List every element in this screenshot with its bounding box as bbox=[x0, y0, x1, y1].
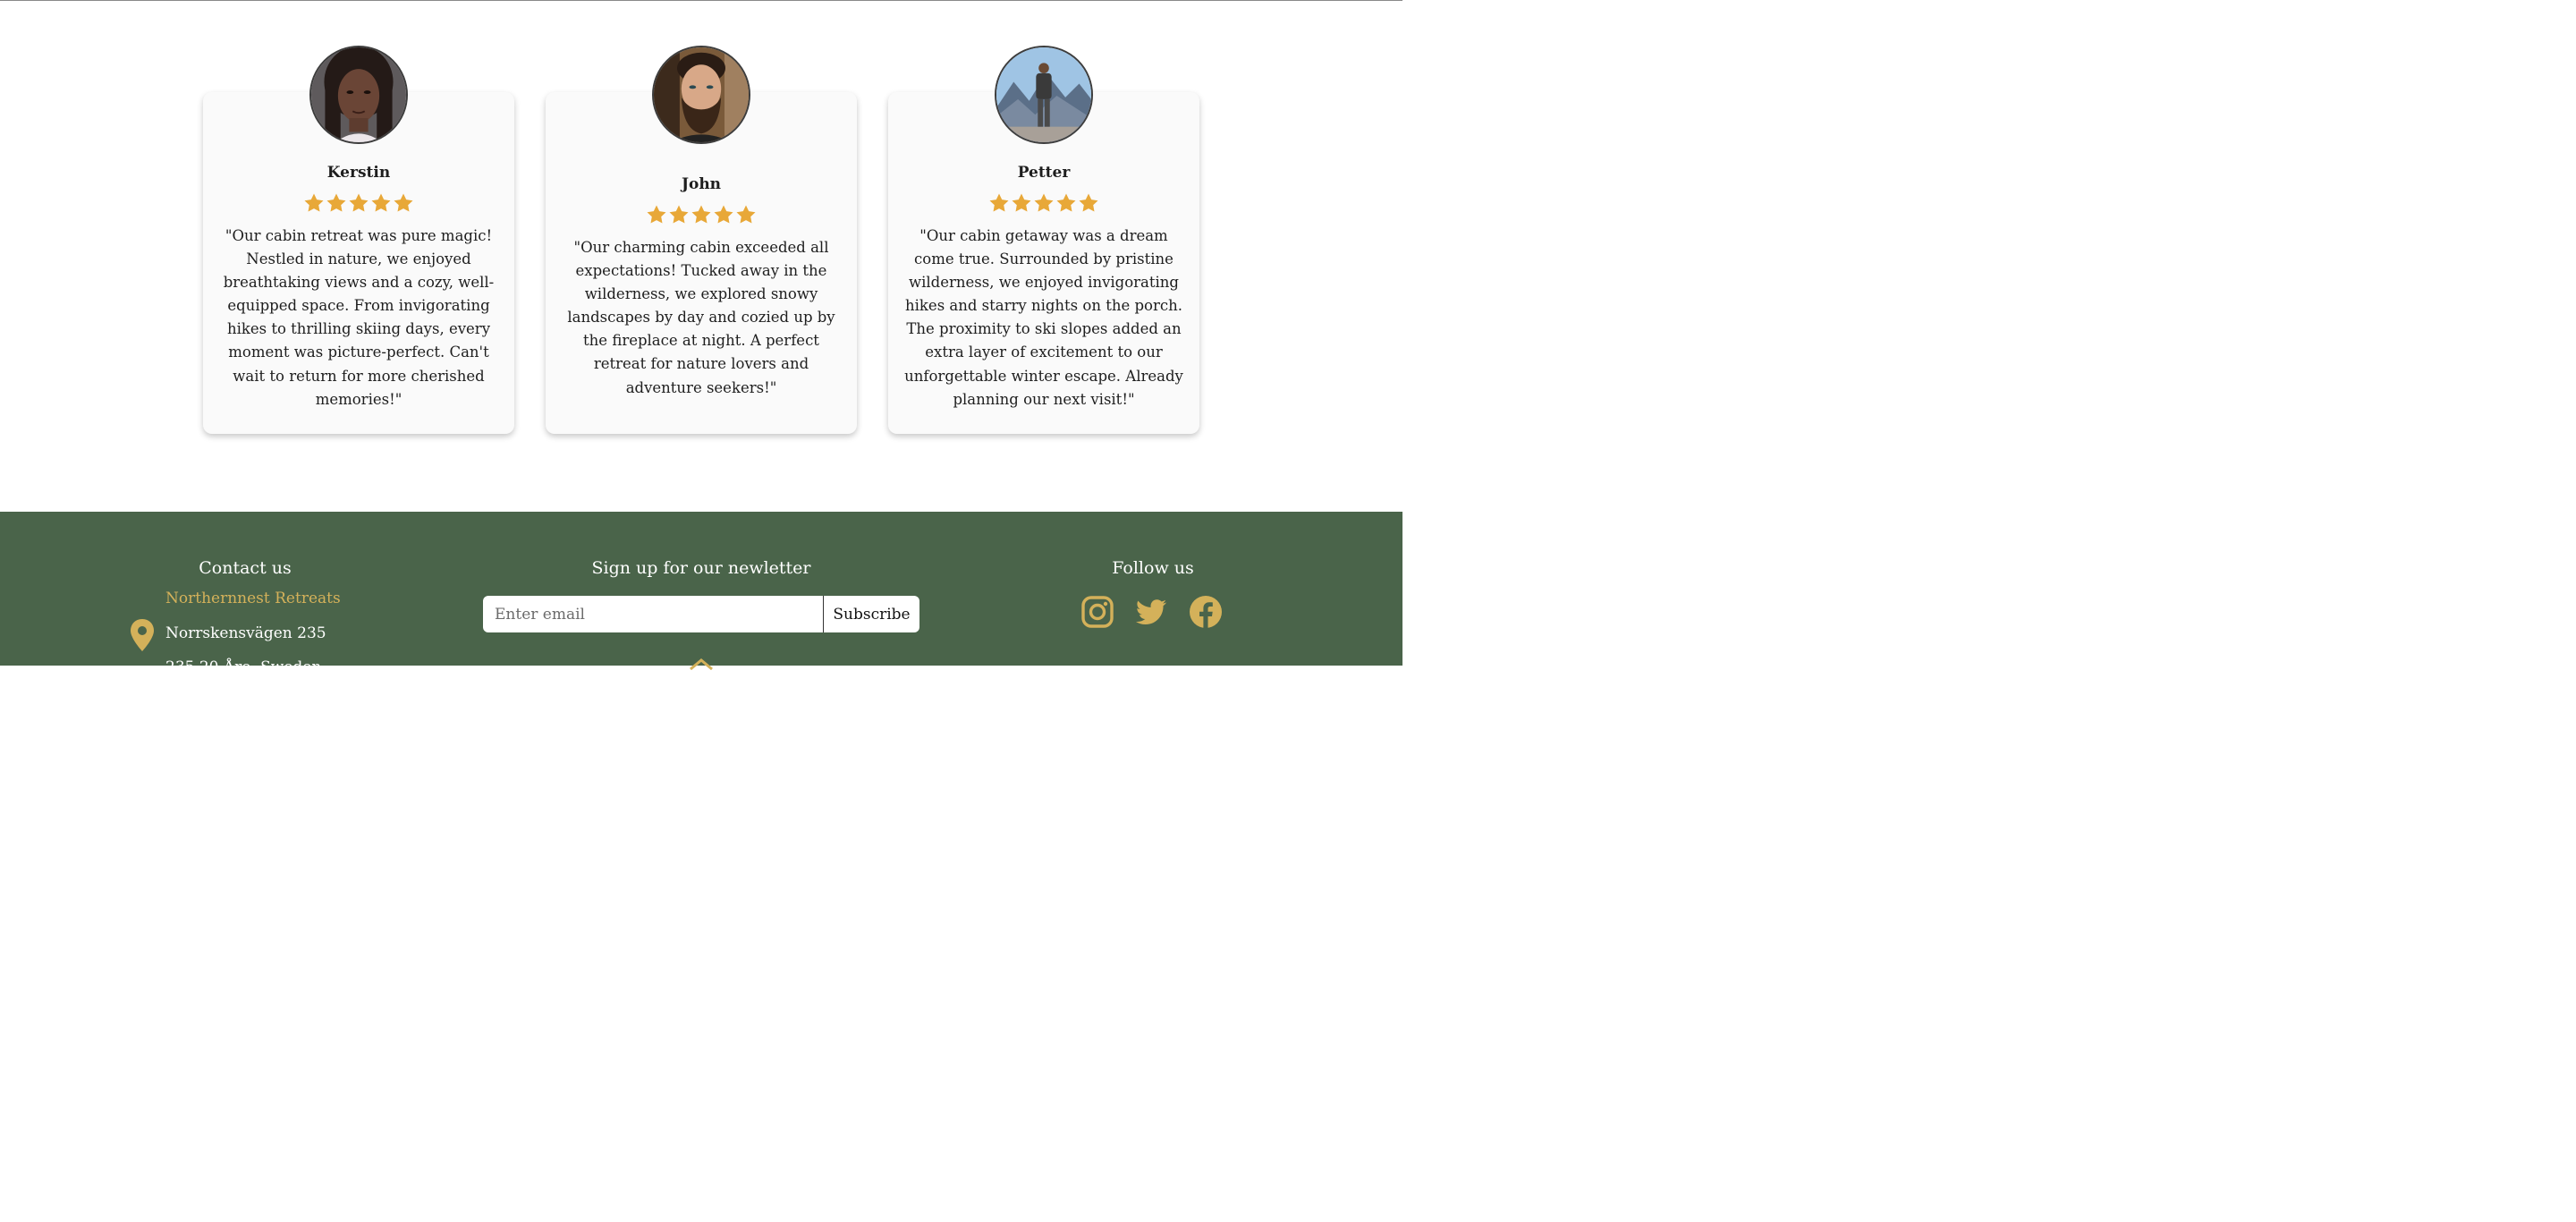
star-rating bbox=[888, 192, 1199, 216]
star-icon bbox=[646, 204, 667, 225]
avatar-petter-image bbox=[996, 47, 1091, 142]
avatar bbox=[652, 46, 750, 144]
address-city: 235 20 Åre, Sweden bbox=[165, 658, 322, 676]
star-rating bbox=[546, 204, 857, 227]
contact-heading: Contact us bbox=[199, 558, 292, 578]
review-text: "Our cabin getaway was a dream come true… bbox=[904, 227, 1183, 408]
twitter-icon[interactable] bbox=[1133, 594, 1169, 630]
avatar-john-image bbox=[654, 47, 749, 142]
facebook-icon[interactable] bbox=[1188, 594, 1224, 630]
star-icon bbox=[348, 192, 369, 214]
reviewer-name: John bbox=[681, 175, 722, 193]
address-street: Norrskensvägen 235 bbox=[165, 624, 326, 642]
star-icon bbox=[988, 192, 1010, 214]
follow-heading: Follow us bbox=[1112, 558, 1194, 578]
review-text: "Our cabin retreat was pure magic! Nestl… bbox=[223, 227, 495, 408]
star-rating bbox=[203, 192, 514, 216]
location-pin-icon bbox=[129, 618, 156, 652]
star-icon bbox=[735, 204, 757, 225]
star-icon bbox=[370, 192, 392, 214]
star-icon bbox=[326, 192, 347, 214]
star-icon bbox=[1055, 192, 1077, 214]
review-text: "Our charming cabin exceeded all expecta… bbox=[567, 239, 835, 396]
avatar bbox=[995, 46, 1093, 144]
reviewer-name: Kerstin bbox=[326, 164, 391, 182]
site-footer: Contact us Northernnest Retreats Norrske… bbox=[0, 512, 1402, 676]
email-input[interactable] bbox=[483, 596, 824, 632]
star-icon bbox=[713, 204, 734, 225]
star-icon bbox=[691, 204, 712, 225]
star-icon bbox=[1078, 192, 1099, 214]
star-icon bbox=[668, 204, 690, 225]
subscribe-button[interactable]: Subscribe bbox=[824, 596, 919, 632]
star-icon bbox=[1033, 192, 1055, 214]
avatar-kerstin-image bbox=[311, 47, 406, 142]
company-name-link[interactable]: Northernnest Retreats bbox=[165, 590, 341, 607]
star-icon bbox=[1011, 192, 1032, 214]
scroll-up-chevron-icon[interactable] bbox=[688, 657, 715, 671]
instagram-icon[interactable] bbox=[1080, 594, 1115, 630]
avatar bbox=[309, 46, 408, 144]
star-icon bbox=[393, 192, 414, 214]
testimonials-section: Kerstin "Our cabin retreat was pure magi… bbox=[0, 0, 1402, 512]
reviewer-name: Petter bbox=[1017, 164, 1071, 182]
newsletter-heading: Sign up for our newletter bbox=[591, 558, 811, 578]
star-icon bbox=[303, 192, 325, 214]
